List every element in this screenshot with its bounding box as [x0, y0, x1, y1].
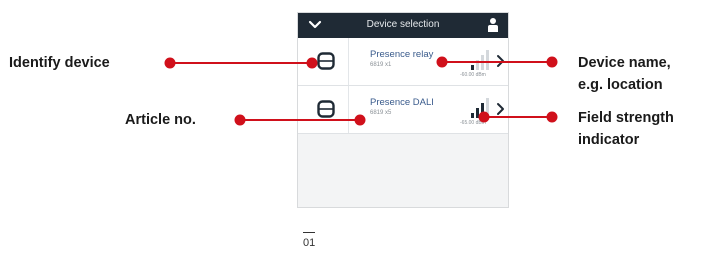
label-field-strength-2: indicator: [578, 132, 640, 148]
dot-devname-start: [436, 56, 448, 68]
dot-devname-end: [546, 56, 558, 68]
label-device-name-1: Device name,: [578, 55, 671, 71]
dot-field-end: [546, 111, 558, 123]
dot-field-start: [478, 111, 490, 123]
label-identify-device: Identify device: [9, 55, 110, 71]
figure-number: 01: [303, 237, 316, 249]
dot-article-start: [234, 114, 246, 126]
label-field-strength-1: Field strength: [578, 110, 674, 126]
callout-lines: [164, 56, 558, 126]
dot-article-end: [354, 114, 366, 126]
label-article-no: Article no.: [125, 112, 196, 128]
dot-identify-end: [306, 57, 318, 69]
figure-rule: [303, 232, 315, 233]
dot-identify-start: [164, 57, 176, 69]
label-device-name-2: e.g. location: [578, 77, 663, 93]
